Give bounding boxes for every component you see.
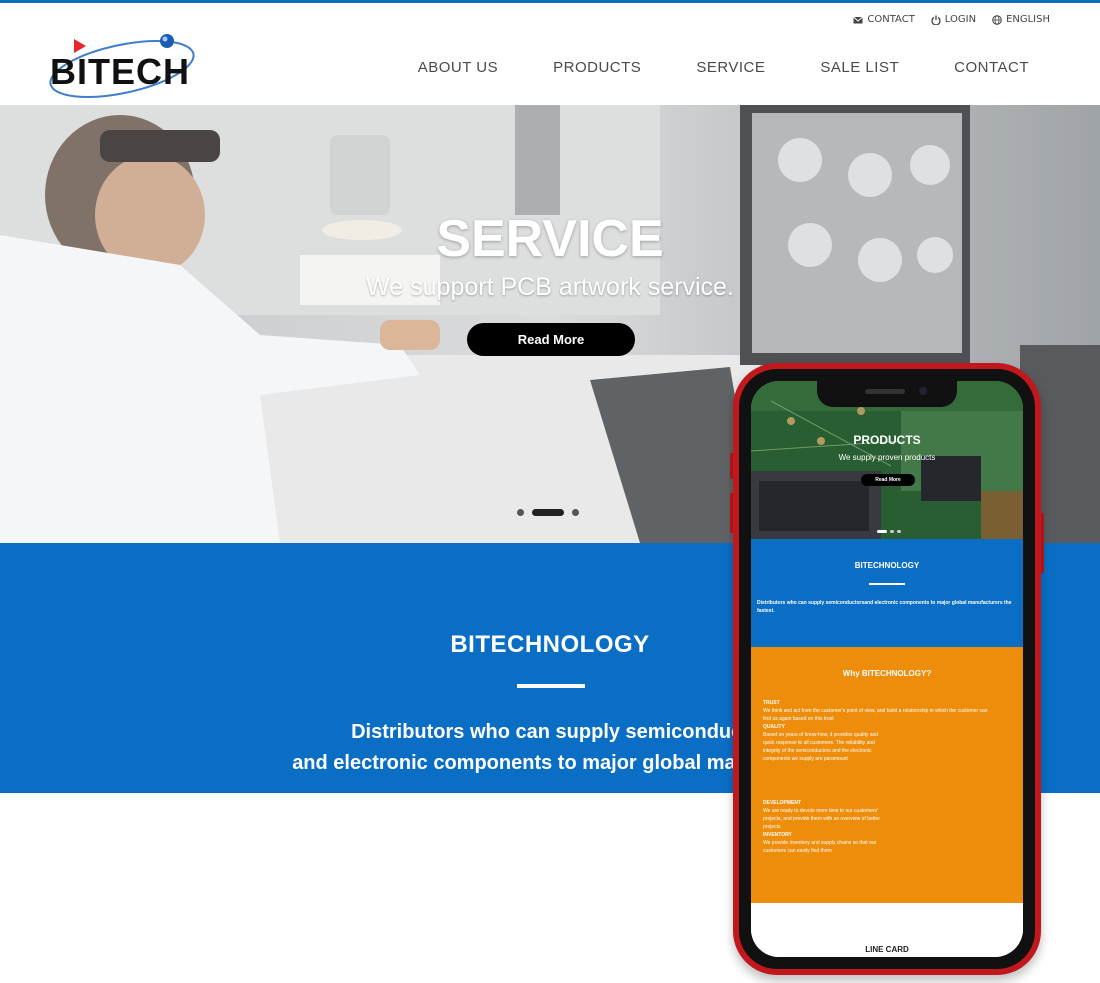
phone-bezel: PRODUCTS We supply proven products Read …	[739, 369, 1035, 969]
read-more-button[interactable]: Read More	[467, 323, 635, 356]
mobile-slider-pagination	[877, 530, 901, 533]
util-contact-label: CONTACT	[867, 14, 915, 25]
util-contact[interactable]: CONTACT	[853, 14, 915, 25]
mobile-block-text: Based on years of know-how, it provides …	[763, 732, 879, 762]
mobile-line-card-title: LINE CARD	[865, 945, 909, 954]
mobile-quality-block: QUALITY Based on years of know-how, it p…	[763, 723, 889, 763]
mobile-block-text: We think and act from the customer's poi…	[763, 708, 988, 722]
main-nav: ABOUT US PRODUCTS SERVICE SALE LIST CONT…	[418, 59, 1029, 76]
slider-pagination	[517, 509, 579, 516]
camera-icon	[919, 387, 927, 395]
mobile-inventory-block: INVENTORY We provide inventory and suppl…	[763, 831, 881, 855]
phone-mockup: PRODUCTS We supply proven products Read …	[730, 363, 1044, 975]
phone-notch	[817, 381, 957, 407]
slider-dot-3[interactable]	[572, 509, 579, 516]
nav-service[interactable]: SERVICE	[696, 59, 765, 76]
util-language-label: ENGLISH	[1006, 14, 1050, 25]
site-header: BITECH CONTACT LOGIN ENGLISH ABOUT US PR…	[0, 3, 1100, 105]
nav-products[interactable]: PRODUCTS	[553, 59, 641, 76]
mobile-slider-dot[interactable]	[897, 530, 901, 533]
mobile-block-text: We provide inventory and supply chains s…	[763, 840, 877, 854]
slider-dot-2[interactable]	[532, 509, 564, 516]
phone-volume-button	[730, 453, 733, 479]
mobile-block-heading: TRUST	[763, 700, 780, 706]
mobile-block-heading: INVENTORY	[763, 832, 792, 838]
mobile-block-text: We are ready to devote more time to our …	[763, 808, 881, 830]
intro-divider	[517, 684, 585, 688]
mobile-development-block: DEVELOPMENT We are ready to devote more …	[763, 799, 887, 831]
mobile-intro-title: BITECHNOLOGY	[854, 561, 920, 570]
hero-title: SERVICE	[436, 210, 664, 268]
mobile-intro-text: Distributors who can supply semiconducto…	[757, 600, 1012, 614]
mobile-read-more-button[interactable]: Read More	[861, 474, 915, 486]
envelope-icon	[853, 16, 864, 23]
globe-icon	[992, 14, 1002, 25]
mobile-slider-dot[interactable]	[890, 530, 894, 533]
phone-power-button	[1041, 513, 1044, 573]
mobile-intro-section: BITECHNOLOGY Distributors who can supply…	[751, 539, 1023, 647]
mobile-trust-block: TRUST We think and act from the customer…	[763, 699, 995, 723]
mobile-block-heading: DEVELOPMENT	[763, 800, 802, 806]
mobile-why-title: Why BITECHNOLOGY?	[842, 669, 932, 678]
hero-subtitle: We support PCB artwork service.	[366, 273, 734, 301]
util-language[interactable]: ENGLISH	[992, 14, 1050, 25]
slider-dot-1[interactable]	[517, 509, 524, 516]
phone-volume-button	[730, 493, 733, 533]
logo-text: BITECH	[50, 51, 190, 92]
mobile-slider-dot[interactable]	[877, 530, 887, 533]
nav-about-us[interactable]: ABOUT US	[418, 59, 498, 76]
nav-sale-list[interactable]: SALE LIST	[820, 59, 899, 76]
util-login-label: LOGIN	[944, 14, 977, 25]
mobile-hero-subtitle: We supply proven products	[838, 453, 936, 462]
mobile-line-card-section: LINE CARD	[751, 903, 1023, 957]
mobile-block-heading: QUALITY	[763, 724, 785, 730]
power-icon	[931, 15, 941, 25]
util-login[interactable]: LOGIN	[931, 14, 976, 25]
bitech-logo[interactable]: BITECH	[46, 31, 196, 103]
utility-menu: CONTACT LOGIN ENGLISH	[853, 14, 1050, 25]
mobile-hero-title: PRODUCTS	[853, 433, 921, 447]
mobile-intro-divider	[869, 583, 905, 585]
speaker-icon	[865, 389, 905, 394]
mobile-why-section: Why BITECHNOLOGY? TRUST We think and act…	[751, 647, 1023, 903]
phone-screen: PRODUCTS We supply proven products Read …	[751, 381, 1023, 957]
nav-contact[interactable]: CONTACT	[954, 59, 1029, 76]
